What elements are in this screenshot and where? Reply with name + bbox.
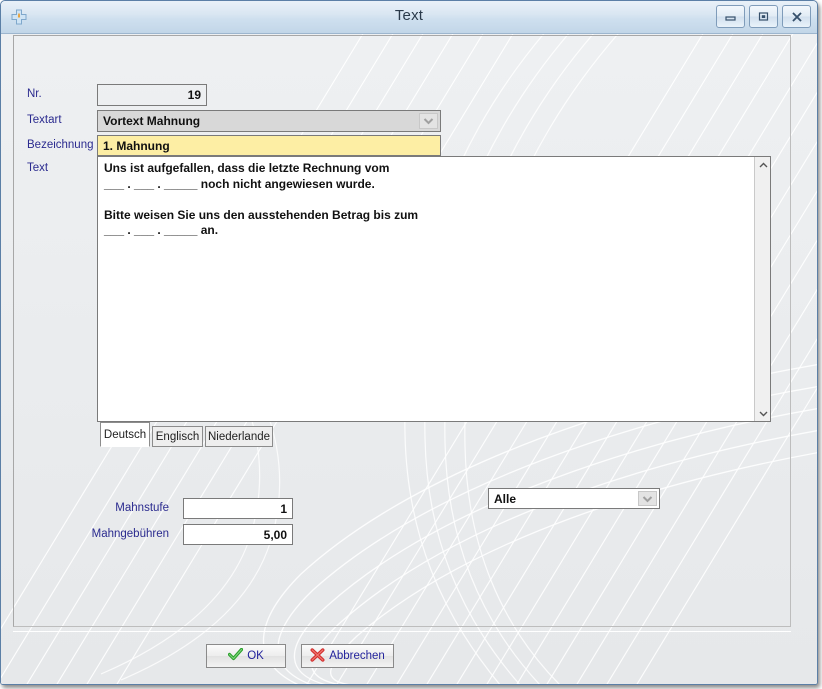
text-dialog-window: Text Nr. 19 Textart Vortext Mahnung Beze… (0, 0, 818, 685)
label-text: Text (27, 162, 49, 174)
chevron-down-icon[interactable] (638, 491, 657, 506)
close-button[interactable] (782, 5, 811, 28)
tab-niederlande[interactable]: Niederlande (205, 426, 273, 447)
bezeichnung-input[interactable]: 1. Mahnung (97, 135, 441, 156)
label-nr: Nr. (27, 88, 42, 100)
language-tabs: Deutsch Englisch Niederlande (97, 422, 771, 448)
green-check-icon (228, 647, 244, 664)
mahngebuehren-input[interactable]: 5,00 (183, 524, 293, 545)
text-editor-scrollbar[interactable] (754, 157, 770, 421)
window-controls (716, 5, 811, 28)
minimize-button[interactable] (716, 5, 745, 28)
label-mahnstufe: Mahnstufe (115, 502, 169, 514)
scroll-down-icon[interactable] (755, 405, 771, 421)
scroll-up-icon[interactable] (755, 157, 771, 173)
nr-input[interactable]: 19 (97, 84, 207, 106)
tab-niederlande-label: Niederlande (208, 430, 271, 443)
text-editor-content[interactable]: Uns ist aufgefallen, dass die letzte Rec… (98, 159, 753, 421)
label-mahngebuehren: Mahngebühren (91, 528, 169, 540)
footer-divider (13, 631, 791, 632)
ok-button-label: OK (247, 650, 264, 662)
tab-deutsch[interactable]: Deutsch (100, 422, 150, 447)
textart-value: Vortext Mahnung (103, 114, 201, 128)
text-editor[interactable]: Uns ist aufgefallen, dass die letzte Rec… (97, 156, 771, 422)
tab-deutsch-label: Deutsch (103, 428, 147, 441)
filter-value: Alle (494, 491, 517, 506)
filter-select[interactable]: Alle (488, 488, 660, 509)
cancel-button-label: Abbrechen (329, 650, 385, 662)
cancel-button[interactable]: Abbrechen (301, 644, 394, 668)
mahnstufe-input[interactable]: 1 (183, 498, 293, 519)
title-bar: Text (1, 1, 817, 34)
restore-button[interactable] (749, 5, 778, 28)
window-title: Text (394, 7, 424, 24)
chevron-down-icon[interactable] (419, 113, 438, 129)
label-bezeichnung: Bezeichnung (27, 139, 94, 151)
textart-select[interactable]: Vortext Mahnung (97, 110, 441, 132)
tab-englisch[interactable]: Englisch (152, 426, 203, 447)
dialog-body: Nr. 19 Textart Vortext Mahnung Bezeichnu… (1, 34, 817, 684)
tab-englisch-label: Englisch (155, 430, 200, 443)
label-textart: Textart (27, 114, 62, 126)
ok-button[interactable]: OK (206, 644, 286, 668)
red-x-icon (310, 647, 325, 665)
